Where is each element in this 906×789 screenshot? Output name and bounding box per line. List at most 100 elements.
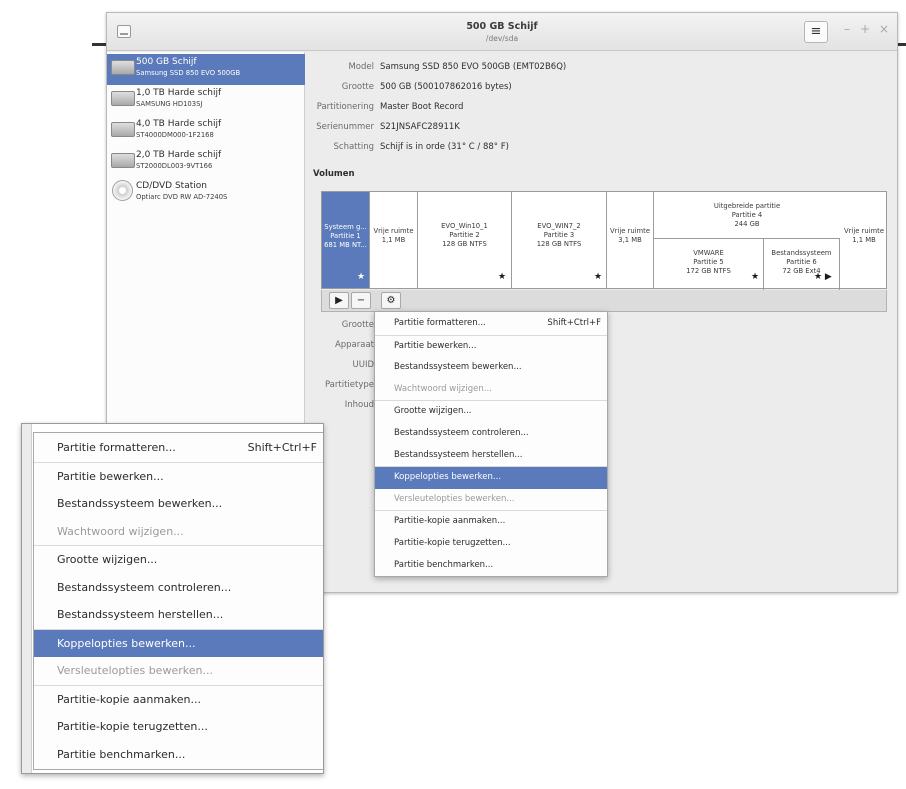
segment-partition: Partitie 6 bbox=[786, 258, 817, 266]
drive-item-1tb[interactable]: 1,0 TB Harde schijf SAMSUNG HD103SJ bbox=[107, 85, 305, 116]
menu-item[interactable]: Partitie-kopie aanmaken... bbox=[375, 511, 607, 533]
segment-label: Vrije ruimte bbox=[843, 227, 885, 235]
segment-size: 128 GB NTFS bbox=[442, 240, 487, 248]
segment-label: Systeem g... bbox=[324, 223, 367, 231]
menu-item-label: Bestandssysteem herstellen... bbox=[394, 449, 523, 460]
partition-menu: Partitie formatteren... Shift+Ctrl+F Parti… bbox=[374, 311, 608, 577]
drive-name: 2,0 TB Harde schijf bbox=[136, 150, 222, 160]
extended-partition-segment[interactable]: Uitgebreide partitie Partitie 4 244 GB bbox=[654, 192, 840, 239]
partition-segment[interactable]: Systeem g... Partitie 1 681 MB NT... ★ bbox=[322, 192, 370, 288]
segment-size: 172 GB NTFS bbox=[686, 267, 731, 275]
partition-segment[interactable]: VMWARE Partitie 5 172 GB NTFS ★ bbox=[654, 239, 764, 290]
drive-model: Optiarc DVD RW AD-7240S bbox=[136, 193, 228, 201]
menu-item[interactable]: Partitie benchmarken... bbox=[375, 555, 607, 577]
segment-label: EVO_WIN7_2 bbox=[537, 222, 581, 230]
menu-item[interactable]: Bestandssysteem controleren... bbox=[34, 574, 323, 602]
drive-item-500gb[interactable]: 500 GB Schijf Samsung SSD 850 EVO 500GB bbox=[107, 54, 305, 85]
star-play-icon: ★ ▶ bbox=[814, 272, 832, 282]
volumes-heading: Volumen bbox=[313, 169, 355, 179]
menu-item-label: Partitie bewerken... bbox=[57, 469, 164, 483]
menu-item[interactable]: Partitie bewerken... bbox=[375, 336, 607, 358]
menu-item[interactable]: Grootte wijzigen... bbox=[34, 546, 323, 574]
partition-size-label: Grootte bbox=[341, 320, 374, 330]
menu-item-label: Bestandssysteem herstellen... bbox=[57, 608, 224, 621]
partition-segment[interactable]: EVO_WIN7_2 Partitie 3 128 GB NTFS ★ bbox=[512, 192, 607, 288]
drive-model: SAMSUNG HD103SJ bbox=[136, 100, 203, 108]
segment-label: Vrije ruimte bbox=[373, 227, 414, 235]
gear-button[interactable]: ⚙ bbox=[381, 292, 401, 309]
drive-item-2tb[interactable]: 2,0 TB Harde schijf ST2000DL003-9VT166 bbox=[107, 147, 305, 178]
menu-item: Wachtwoord wijzigen... bbox=[375, 379, 607, 401]
delete-partition-button[interactable]: − bbox=[351, 292, 371, 309]
model-value: Samsung SSD 850 EVO 500GB (EMT02B6Q) bbox=[380, 62, 567, 72]
menu-item-label: Partitie benchmarken... bbox=[394, 559, 494, 570]
mount-button[interactable]: ▶ bbox=[329, 292, 349, 309]
menu-item-label: Partitie-kopie terugzetten... bbox=[57, 720, 208, 733]
menu-item[interactable]: Partitie bewerken... bbox=[34, 463, 323, 491]
menu-item: Wachtwoord wijzigen... bbox=[34, 518, 323, 546]
menu-item[interactable]: Partitie-kopie aanmaken... bbox=[34, 686, 323, 714]
menu-item-label: Bestandssysteem bewerken... bbox=[57, 497, 223, 510]
volume-toolbar: ▶ − ⚙ bbox=[321, 290, 887, 312]
star-icon: ★ bbox=[594, 272, 603, 282]
zoomed-partition-menu: Partitie formatteren... Shift+Ctrl+F Parti… bbox=[21, 423, 324, 774]
partition-menu-zoomed: Partitie formatteren... Shift+Ctrl+F Parti… bbox=[33, 432, 323, 770]
menu-item[interactable]: Bestandssysteem controleren... bbox=[375, 423, 607, 445]
menu-item-label: Versleutelopties bewerken... bbox=[394, 493, 515, 504]
drive-model: ST4000DM000-1F2168 bbox=[136, 131, 214, 139]
assessment-value: Schijf is in orde (31° C / 88° F) bbox=[380, 142, 509, 152]
partition-segment[interactable]: EVO_Win10_1 Partitie 2 128 GB NTFS ★ bbox=[418, 192, 512, 288]
partition-segment[interactable]: Bestandssysteem Partitie 6 72 GB Ext4 ★ … bbox=[764, 239, 840, 290]
size-label: Grootte bbox=[341, 82, 374, 92]
menu-item[interactable]: Partitie benchmarken... bbox=[34, 741, 323, 769]
maximize-button[interactable]: + bbox=[858, 22, 872, 36]
hard-disk-icon bbox=[111, 60, 135, 75]
menu-item[interactable]: Grootte wijzigen... bbox=[375, 401, 607, 423]
drive-name: 500 GB Schijf bbox=[136, 57, 197, 67]
menu-item[interactable]: Partitie-kopie terugzetten... bbox=[34, 713, 323, 741]
hamburger-menu-button[interactable]: ≡ bbox=[804, 21, 828, 43]
contents-label: Inhoud bbox=[344, 400, 374, 410]
window-title: 500 GB Schijf bbox=[466, 21, 538, 32]
menu-item[interactable]: Bestandssysteem herstellen... bbox=[375, 445, 607, 467]
drive-name: 1,0 TB Harde schijf bbox=[136, 88, 222, 98]
segment-partition: Partitie 3 bbox=[543, 231, 575, 239]
menu-item-label: Partitie-kopie terugzetten... bbox=[394, 538, 511, 548]
minimize-button[interactable]: – bbox=[840, 22, 854, 36]
serial-label: Serienummer bbox=[316, 122, 374, 132]
free-space-segment[interactable]: Vrije ruimte 1,1 MB bbox=[840, 192, 888, 288]
segment-label: Vrije ruimte bbox=[609, 227, 651, 235]
optical-disc-icon bbox=[112, 180, 133, 201]
menu-item[interactable]: Bestandssysteem bewerken... bbox=[375, 357, 607, 379]
drive-name: CD/DVD Station bbox=[136, 181, 207, 191]
segment-label: Bestandssysteem bbox=[771, 249, 832, 257]
segment-partition: Partitie 5 bbox=[693, 258, 724, 266]
menu-item-label: Bestandssysteem bewerken... bbox=[394, 362, 522, 373]
segment-size: 244 GB bbox=[734, 220, 760, 228]
drive-model: ST2000DL003-9VT166 bbox=[136, 162, 213, 170]
segment-partition: Partitie 1 bbox=[330, 232, 361, 240]
menu-item[interactable]: Koppelopties bewerken... bbox=[375, 467, 607, 489]
segment-size: 681 MB NT... bbox=[324, 241, 367, 249]
free-space-segment[interactable]: Vrije ruimte 1,1 MB bbox=[370, 192, 418, 288]
assessment-label: Schatting bbox=[333, 142, 374, 152]
partition-type-label: Partitietype bbox=[324, 380, 374, 390]
menu-item[interactable]: Partitie formatteren... Shift+Ctrl+F bbox=[34, 434, 323, 462]
star-icon: ★ bbox=[357, 272, 366, 282]
drive-item-dvd[interactable]: CD/DVD Station Optiarc DVD RW AD-7240S bbox=[107, 178, 305, 209]
menu-item-label: Wachtwoord wijzigen... bbox=[57, 524, 184, 538]
menu-item[interactable]: Bestandssysteem bewerken... bbox=[34, 490, 323, 518]
partitioning-value: Master Boot Record bbox=[380, 102, 464, 112]
star-icon: ★ bbox=[498, 272, 507, 282]
free-space-segment[interactable]: Vrije ruimte 3,1 MB bbox=[607, 192, 654, 288]
menu-item[interactable]: Koppelopties bewerken... bbox=[34, 629, 323, 657]
menu-item[interactable]: Bestandssysteem herstellen... bbox=[34, 601, 323, 629]
hard-disk-icon bbox=[111, 153, 135, 168]
segment-size: 128 GB NTFS bbox=[536, 240, 582, 248]
hard-disk-icon bbox=[111, 91, 135, 106]
menu-item[interactable]: Partitie formatteren... Shift+Ctrl+F bbox=[375, 313, 607, 335]
close-button[interactable]: × bbox=[877, 22, 891, 36]
menu-item-label: Koppelopties bewerken... bbox=[57, 636, 196, 650]
menu-item[interactable]: Partitie-kopie terugzetten... bbox=[375, 533, 607, 555]
drive-item-4tb[interactable]: 4,0 TB Harde schijf ST4000DM000-1F2168 bbox=[107, 116, 305, 147]
